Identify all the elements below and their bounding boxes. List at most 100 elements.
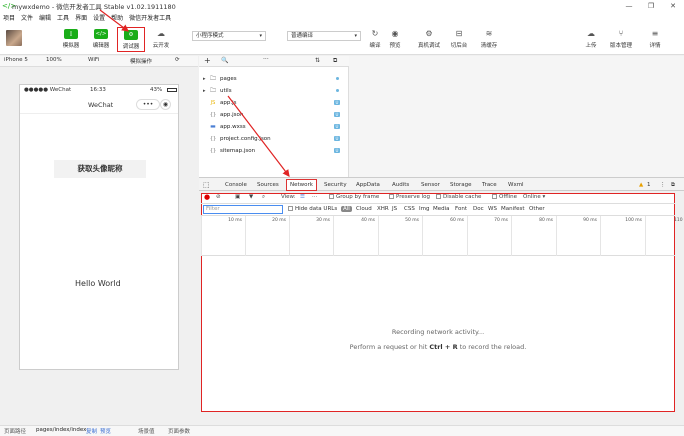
type-filter-img[interactable]: Img (419, 206, 429, 212)
tab-trace[interactable]: Trace (482, 180, 497, 190)
warning-count: 1 (647, 182, 651, 188)
disable-cache-checkbox[interactable]: Disable cache (436, 194, 481, 200)
menu-settings[interactable]: 设置 (93, 13, 105, 22)
timeline-tick: 40 ms (333, 216, 378, 256)
page-params-label[interactable]: 页面参数 (168, 427, 190, 435)
main-toolbar: ▯ 模拟器 </> 编辑器 ⚙ 调试器 ☁ 云开发 小程序模式 ▾ 普通编译 ▾ ↻… (0, 23, 684, 55)
more-icon[interactable]: ··· (263, 56, 269, 63)
cloud-dev-button[interactable]: ☁ 云开发 (148, 27, 174, 53)
offline-checkbox[interactable]: Offline (492, 194, 517, 200)
tab-console[interactable]: Console (225, 180, 247, 190)
clear-cache-button[interactable]: ≋ 清缓存 (476, 27, 502, 53)
tab-network[interactable]: Network (286, 179, 317, 191)
more-menu-icon[interactable]: ••• (136, 99, 160, 110)
type-filter-other[interactable]: Other (529, 206, 545, 212)
simulator-toggle-button[interactable]: ▯ 模拟器 (58, 27, 84, 53)
tab-sensor[interactable]: Sensor (421, 180, 440, 190)
filter-icon[interactable]: ▼ (249, 194, 253, 200)
add-icon[interactable]: + (204, 56, 211, 65)
dock-icon[interactable]: ⧉ (671, 180, 675, 190)
hide-data-urls-checkbox[interactable]: Hide data URLs (288, 206, 337, 212)
simulate-action-select[interactable]: 模拟操作 (130, 57, 152, 65)
type-filter-media[interactable]: Media (433, 206, 450, 212)
tab-audits[interactable]: Audits (392, 180, 409, 190)
clear-icon[interactable]: ⊘ (216, 194, 221, 200)
avatar[interactable] (6, 30, 22, 46)
type-filter-font[interactable]: Font (455, 206, 467, 212)
scene-value-label[interactable]: 场景值 (138, 427, 155, 435)
capsule-close-icon[interactable]: ◉ (160, 99, 171, 110)
camera-icon[interactable]: ▣ (235, 194, 240, 200)
type-filter-manifest[interactable]: Manifest (501, 206, 524, 212)
sort-icon[interactable]: ⇅ (315, 57, 320, 64)
type-filter-css[interactable]: CSS (404, 206, 415, 212)
record-icon[interactable]: ● (204, 193, 210, 201)
tab-storage[interactable]: Storage (450, 180, 472, 190)
editor-toggle-button[interactable]: </> 编辑器 (88, 27, 114, 53)
version-button[interactable]: ⑂ 版本管理 (608, 27, 634, 53)
remote-debug-button[interactable]: ⚙ 真机调试 (416, 27, 442, 53)
type-filter-all[interactable]: All (341, 206, 352, 212)
chevron-down-icon: ▾ (354, 33, 357, 39)
collapse-icon[interactable]: ⧉ (333, 57, 337, 65)
editor-area[interactable] (349, 56, 684, 177)
preview-button[interactable]: ◉ 预览 (382, 27, 408, 53)
background-button[interactable]: ⊟ 切后台 (446, 27, 472, 53)
search-icon[interactable]: 🔍 (221, 57, 228, 64)
large-rows-icon[interactable]: ☰ (300, 194, 305, 200)
compile-mode-select[interactable]: 普通编译 ▾ (287, 31, 361, 41)
preserve-log-checkbox[interactable]: Preserve log (389, 194, 430, 200)
status-time: 16:33 (90, 87, 106, 93)
type-filter-doc[interactable]: Doc (473, 206, 484, 212)
rotate-icon[interactable]: ⟳ (175, 57, 180, 63)
close-button[interactable]: ✕ (662, 0, 684, 12)
change-dot (336, 89, 339, 92)
tree-item-app-json[interactable]: {} app.json U (203, 109, 345, 120)
filter-input[interactable]: Filter (203, 205, 283, 214)
overview-icon[interactable]: ⋯ (312, 194, 318, 200)
copy-path-link[interactable]: 复制 (86, 427, 97, 435)
debugger-toggle-button[interactable]: ⚙ 调试器 (117, 27, 145, 52)
get-userinfo-button[interactable]: 获取头像昵称 (54, 160, 146, 178)
type-filter-js[interactable]: JS (392, 206, 397, 212)
minimize-button[interactable]: — (618, 0, 640, 12)
network-filter-bar: Filter Hide data URLs All Cloud XHR JS C… (201, 204, 675, 216)
menu-tools[interactable]: 工具 (57, 13, 69, 22)
devtools-menu-icon[interactable]: ⋮ (660, 180, 666, 190)
menu-edit[interactable]: 编辑 (39, 13, 51, 22)
maximize-button[interactable]: ❐ (640, 0, 662, 12)
battery-icon (167, 88, 177, 92)
tree-item-utils[interactable]: ▸ 🗀 utils (203, 85, 345, 96)
preview-path-link[interactable]: 预览 (100, 427, 111, 435)
type-filter-ws[interactable]: WS (488, 206, 497, 212)
tree-item-sitemap[interactable]: {} sitemap.json U (203, 145, 345, 156)
throttle-select[interactable]: Online ▾ (523, 194, 545, 200)
tree-item-pages[interactable]: ▸ 🗀 pages (203, 73, 345, 84)
upload-button[interactable]: ☁ 上传 (578, 27, 604, 53)
search-icon[interactable]: ⌕ (262, 194, 265, 201)
menu-help[interactable]: 帮助 (111, 13, 123, 22)
inspect-element-icon[interactable]: ⬚ (203, 180, 210, 190)
tree-item-app-js[interactable]: JS app.js U (203, 97, 345, 108)
type-filter-xhr[interactable]: XHR (377, 206, 389, 212)
tab-sources[interactable]: Sources (257, 180, 279, 190)
tab-wxml[interactable]: Wxml (508, 180, 524, 190)
network-timeline: 10 ms 20 ms 30 ms 40 ms 50 ms 60 ms 70 m… (201, 216, 683, 256)
menu-view[interactable]: 界面 (75, 13, 87, 22)
remote-debug-icon: ⚙ (425, 29, 433, 38)
details-button[interactable]: ≡ 详情 (642, 27, 668, 53)
warning-icon[interactable]: ▲ (639, 180, 643, 190)
tab-security[interactable]: Security (324, 180, 347, 190)
device-select[interactable]: iPhone 5 (4, 57, 28, 63)
menu-file[interactable]: 文件 (21, 13, 33, 22)
tree-item-project-config[interactable]: {} project.config.json U (203, 133, 345, 144)
network-select[interactable]: WiFi (88, 57, 99, 63)
mode-select[interactable]: 小程序模式 ▾ (192, 31, 266, 41)
type-filter-cloud[interactable]: Cloud (356, 206, 372, 212)
zoom-select[interactable]: 100% (46, 57, 62, 63)
group-by-frame-checkbox[interactable]: Group by frame (329, 194, 379, 200)
tab-appdata[interactable]: AppData (356, 180, 380, 190)
menu-devtools[interactable]: 微信开发者工具 (129, 13, 171, 22)
menu-project[interactable]: 项目 (3, 13, 15, 22)
tree-item-app-wxss[interactable]: ▬ app.wxss U (203, 121, 345, 132)
